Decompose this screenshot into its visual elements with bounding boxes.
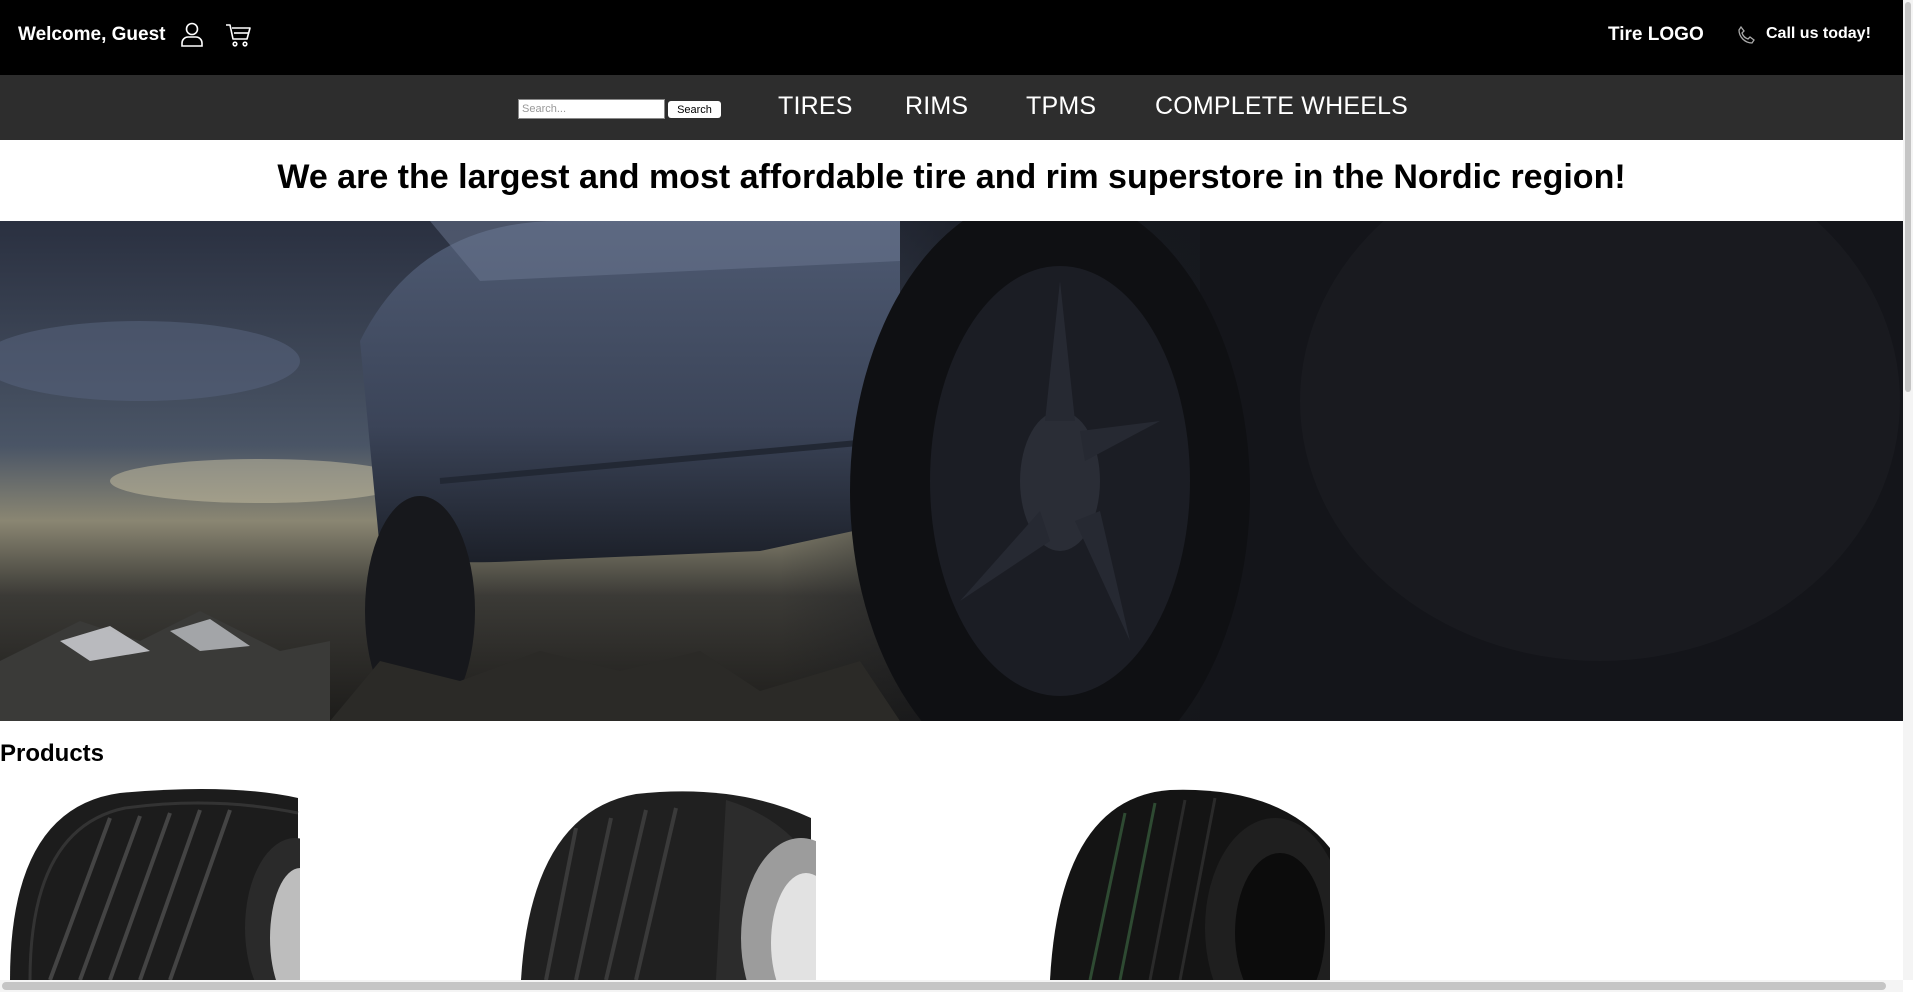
- page-headline: We are the largest and most affordable t…: [277, 158, 1626, 196]
- user-icon[interactable]: [180, 21, 204, 47]
- horizontal-scrollbar[interactable]: [0, 980, 1903, 992]
- vertical-scrollbar[interactable]: [1903, 0, 1913, 980]
- nav-link-rims[interactable]: RIMS: [905, 92, 968, 121]
- vertical-scrollbar-thumb[interactable]: [1905, 2, 1911, 392]
- search-button[interactable]: Search: [668, 101, 721, 118]
- horizontal-scrollbar-thumb[interactable]: [2, 982, 1886, 990]
- cart-icon[interactable]: [225, 22, 251, 48]
- search-input[interactable]: [518, 99, 665, 119]
- hero-image: [0, 221, 1903, 721]
- main-nav: Search TIRES RIMS TPMS COMPLETE WHEELS: [0, 75, 1903, 140]
- call-us-link[interactable]: Call us today!: [1766, 25, 1871, 43]
- site-logo[interactable]: Tire LOGO: [1608, 24, 1704, 46]
- nav-link-tpms[interactable]: TPMS: [1026, 92, 1096, 121]
- top-header: Welcome, Guest Tire LOGO Call us today!: [0, 0, 1903, 75]
- nav-link-complete-wheels[interactable]: COMPLETE WHEELS: [1155, 92, 1408, 121]
- products-heading: Products: [0, 740, 105, 767]
- nav-link-tires[interactable]: TIRES: [778, 92, 853, 121]
- phone-icon: [1738, 26, 1755, 44]
- product-image-1[interactable]: [0, 788, 300, 980]
- product-image-2[interactable]: [516, 788, 816, 980]
- welcome-text: Welcome, Guest: [18, 24, 166, 45]
- product-image-3[interactable]: [1030, 788, 1330, 980]
